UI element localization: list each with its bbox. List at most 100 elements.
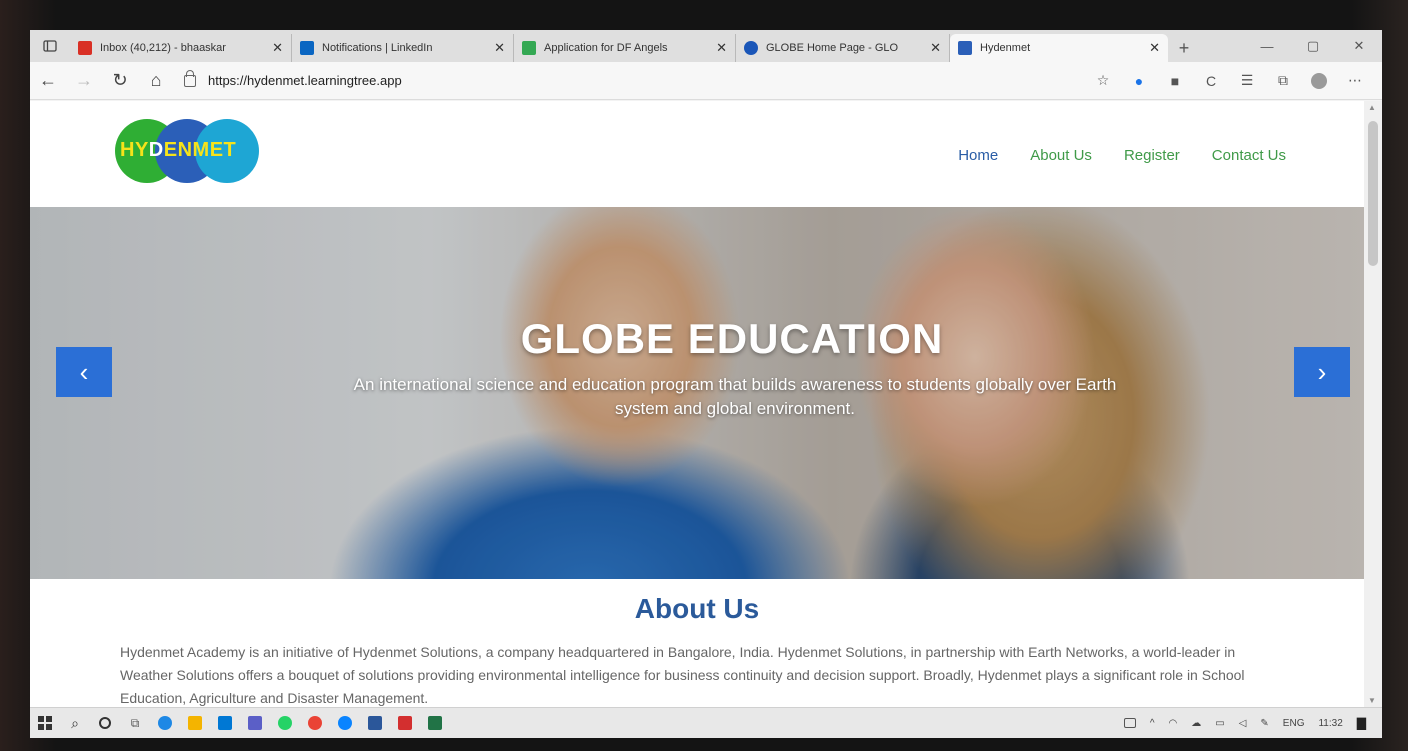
home-icon: ⌂ (150, 70, 162, 90)
clock[interactable]: 11:32 (1318, 718, 1342, 729)
browser-tab-hydenmet[interactable]: Hydenmet ✕ (950, 34, 1168, 62)
url-text: https://hydenmet.learningtree.app (208, 73, 402, 88)
gmail-icon (78, 41, 92, 55)
volume-icon[interactable]: ◁ (1239, 718, 1247, 729)
nav-contact-link[interactable]: Contact Us (1212, 147, 1286, 164)
battery-icon[interactable]: ▭ (1215, 718, 1224, 729)
browser-tab-linkedin[interactable]: Notifications | LinkedIn ✕ (292, 34, 514, 62)
linkedin-icon (300, 41, 314, 55)
language-indicator[interactable]: ENG (1283, 718, 1305, 729)
system-tray: ^ ◠ ☁ ▭ ◁ ✎ ENG 11:32 ▇ (1123, 716, 1382, 730)
chevron-right-icon: › (1317, 356, 1327, 387)
tab-actions-icon (43, 40, 57, 52)
extension-drop-icon[interactable]: ● (1124, 67, 1154, 95)
cortana-button[interactable] (90, 710, 120, 736)
tab-title: Notifications | LinkedIn (322, 42, 433, 54)
refresh-icon: ↻ (112, 70, 128, 90)
site-header: HYDENMET Home About Us Register Contact … (30, 101, 1364, 207)
word-icon (368, 716, 382, 730)
about-paragraph: Hydenmet Academy is an initiative of Hyd… (120, 644, 1245, 706)
notification-icon[interactable]: ▇ (1357, 716, 1366, 730)
chrome-taskbar-app[interactable] (300, 710, 330, 736)
forward-button[interactable]: → (66, 66, 102, 96)
explorer-taskbar-app[interactable] (180, 710, 210, 736)
extension-c-icon[interactable]: C (1196, 67, 1226, 95)
carousel-next-button[interactable]: › (1294, 347, 1350, 397)
pen-icon[interactable]: ✎ (1260, 718, 1268, 729)
globe-icon (744, 41, 758, 55)
hydenmet-logo[interactable]: HYDENMET (115, 119, 265, 183)
close-window-icon[interactable]: ✕ (1336, 30, 1382, 62)
outlook-icon (218, 716, 232, 730)
edge-taskbar-app[interactable] (150, 710, 180, 736)
minimize-icon[interactable]: — (1244, 30, 1290, 62)
excel-taskbar-app[interactable] (420, 710, 450, 736)
toolbar-extensions: ☆ ● ■ C ☰ ⧉ ⋯ (1088, 67, 1382, 95)
chevron-left-icon: ‹ (79, 356, 89, 387)
favorites-icon[interactable]: ☰ (1232, 67, 1262, 95)
teams-taskbar-app[interactable] (240, 710, 270, 736)
close-tab-icon[interactable]: ✕ (494, 40, 505, 56)
add-favorite-icon[interactable]: ☆ (1088, 67, 1118, 95)
forward-arrow-icon: → (75, 70, 93, 90)
close-tab-icon[interactable]: ✕ (272, 40, 283, 56)
windows-logo-icon (38, 716, 52, 730)
windows-taskbar: ⌕ ⧉ ^ ◠ ☁ ▭ ◁ ✎ ENG 11:32 ▇ (30, 707, 1382, 738)
page-scrollbar[interactable]: ▲ ▼ (1364, 101, 1382, 707)
collections-icon[interactable]: ⧉ (1268, 67, 1298, 95)
scrollbar-thumb[interactable] (1368, 121, 1378, 266)
refresh-button[interactable]: ↻ (102, 66, 138, 96)
cortana-circle-icon (99, 717, 111, 729)
tab-actions-button[interactable] (30, 30, 70, 62)
nav-register-link[interactable]: Register (1124, 147, 1180, 164)
nav-about-link[interactable]: About Us (1030, 147, 1092, 164)
plus-icon: + (1178, 37, 1190, 58)
close-tab-icon[interactable]: ✕ (716, 40, 727, 56)
tab-title: Hydenmet (980, 42, 1031, 54)
folder-icon (188, 716, 202, 730)
browser-toolbar: ← → ↻ ⌂ https://hydenmet.learningtree.ap… (30, 62, 1382, 100)
browser-tab-gmail[interactable]: Inbox (40,212) - bhaaskar ✕ (70, 34, 292, 62)
hydenmet-icon (958, 41, 972, 55)
teams-icon (248, 716, 262, 730)
home-button[interactable]: ⌂ (138, 66, 174, 96)
avatar-icon (1311, 72, 1327, 89)
scroll-up-icon[interactable]: ▲ (1368, 103, 1376, 112)
search-button[interactable]: ⌕ (60, 710, 90, 736)
start-button[interactable] (30, 710, 60, 736)
keyboard-icon[interactable] (1123, 718, 1136, 728)
cloud-icon[interactable]: ☁ (1191, 718, 1201, 729)
new-tab-button[interactable]: + (1168, 34, 1200, 62)
whatsapp-taskbar-app[interactable] (270, 710, 300, 736)
zoom-taskbar-app[interactable] (330, 710, 360, 736)
tab-title: Inbox (40,212) - bhaaskar (100, 42, 226, 54)
chrome-icon (308, 716, 322, 730)
tab-title: Application for DF Angels (544, 42, 668, 54)
nav-home-link[interactable]: Home (958, 147, 998, 164)
browser-tab-globe[interactable]: GLOBE Home Page - GLO ✕ (736, 34, 950, 62)
back-button[interactable]: ← (30, 66, 66, 96)
outlook-taskbar-app[interactable] (210, 710, 240, 736)
wifi-icon[interactable]: ◠ (1169, 718, 1178, 729)
more-menu-icon[interactable]: ⋯ (1340, 67, 1370, 95)
carousel-prev-button[interactable]: ‹ (56, 347, 112, 397)
main-nav: Home About Us Register Contact Us (958, 147, 1286, 164)
search-icon: ⌕ (71, 714, 79, 731)
task-view-button[interactable]: ⧉ (120, 710, 150, 736)
scroll-down-icon[interactable]: ▼ (1368, 696, 1376, 705)
hero-subtitle: An international science and education p… (353, 375, 1117, 418)
maximize-icon[interactable]: ▢ (1290, 30, 1336, 62)
close-tab-icon[interactable]: ✕ (1149, 40, 1160, 56)
address-bar[interactable]: https://hydenmet.learningtree.app (184, 67, 524, 95)
extension-cube-icon[interactable]: ■ (1160, 67, 1190, 95)
pdf-icon (398, 716, 412, 730)
browser-tab-df-angels[interactable]: Application for DF Angels ✕ (514, 34, 736, 62)
profile-button[interactable] (1304, 67, 1334, 95)
acrobat-taskbar-app[interactable] (390, 710, 420, 736)
screen: Inbox (40,212) - bhaaskar ✕ Notification… (30, 30, 1382, 738)
close-tab-icon[interactable]: ✕ (930, 40, 941, 56)
hero-carousel: GLOBE EDUCATION An international science… (30, 207, 1364, 579)
tray-overflow-icon[interactable]: ^ (1150, 718, 1155, 729)
word-taskbar-app[interactable] (360, 710, 390, 736)
tab-title: GLOBE Home Page - GLO (766, 42, 899, 54)
